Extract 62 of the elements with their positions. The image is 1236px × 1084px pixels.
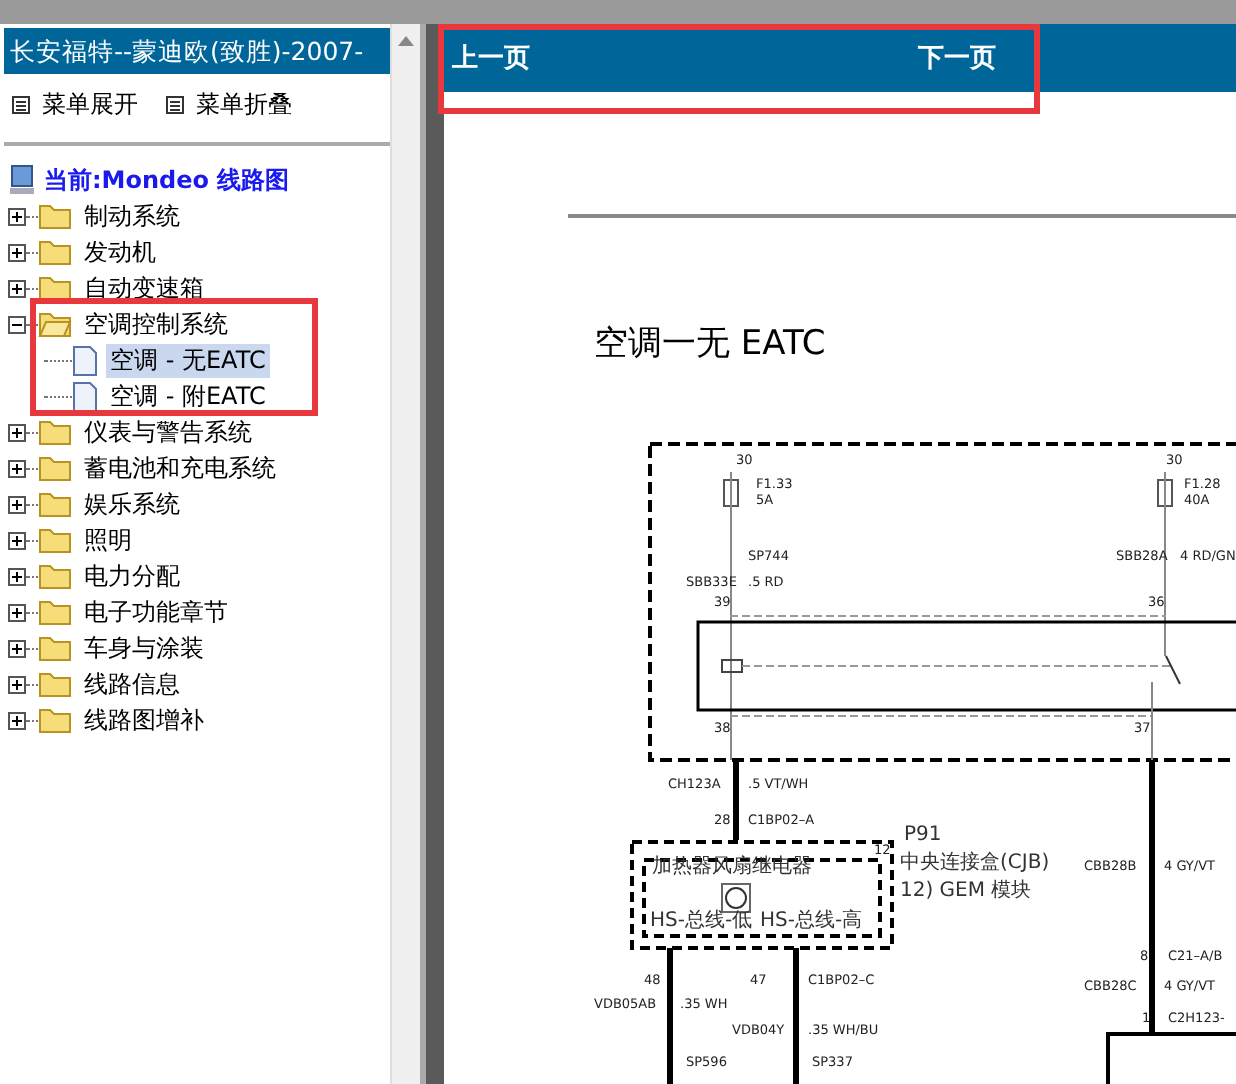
tree-item[interactable]: 发动机 <box>80 235 160 269</box>
scroll-up-arrow-icon[interactable] <box>398 36 414 46</box>
tree-item[interactable]: 自动变速箱 <box>80 271 208 305</box>
expand-toggle[interactable] <box>8 243 26 261</box>
list-icon <box>166 96 184 114</box>
expand-toggle[interactable] <box>8 603 26 621</box>
tree-item[interactable]: 线路信息 <box>80 667 184 701</box>
collapse-toggle[interactable] <box>8 315 26 333</box>
folder-icon <box>38 526 72 554</box>
splitter-bar[interactable] <box>420 24 444 1084</box>
document-icon <box>72 381 98 411</box>
folder-icon <box>38 454 72 482</box>
diagram-label: HS-总线-低 <box>650 910 753 932</box>
diagram-title: 空调一无 EATC <box>594 324 826 364</box>
tree-item[interactable]: 车身与涂装 <box>80 631 208 665</box>
expand-toggle[interactable] <box>8 495 26 513</box>
expand-toggle[interactable] <box>8 567 26 585</box>
document-icon <box>72 345 98 375</box>
tree-item[interactable]: 制动系统 <box>80 199 184 233</box>
folder-icon <box>38 418 72 446</box>
expand-toggle[interactable] <box>8 639 26 657</box>
folder-icon <box>38 634 72 662</box>
tree-item[interactable]: 蓄电池和充电系统 <box>80 451 280 485</box>
tree-item[interactable]: 电力分配 <box>80 559 184 593</box>
folder-icon <box>38 670 72 698</box>
expand-toggle[interactable] <box>8 279 26 297</box>
menu-item[interactable]: 菜单展开 <box>12 88 138 122</box>
diagram-label: HS-总线-高 <box>760 910 863 932</box>
folder-icon <box>38 598 72 626</box>
tree-item[interactable]: 空调控制系统 <box>80 307 232 341</box>
diagram-label: 加热器风扇继电器 <box>652 856 812 878</box>
list-icon <box>12 96 30 114</box>
expand-toggle[interactable] <box>8 207 26 225</box>
diagram-label: 12) GEM 模块 <box>900 880 1032 902</box>
folder-icon <box>38 274 72 302</box>
scrollbar[interactable] <box>390 24 420 1084</box>
sidebar-title: 长安福特--蒙迪欧(致胜)-2007- <box>4 28 390 74</box>
expand-toggle[interactable] <box>8 711 26 729</box>
tree-item[interactable]: 仪表与警告系统 <box>80 415 256 449</box>
folder-icon <box>38 562 72 590</box>
tree-item[interactable]: 空调 - 无EATC <box>106 343 270 377</box>
diagram-label: P91 <box>904 824 942 846</box>
folder-icon <box>38 490 72 518</box>
next-page-link[interactable]: 下一页 <box>918 40 996 76</box>
folder-icon <box>38 706 72 734</box>
previous-page-link[interactable]: 上一页 <box>452 40 530 76</box>
current-diagram-label: 当前:Mondeo 线路图 <box>44 163 290 197</box>
tree-item[interactable]: 照明 <box>80 523 136 557</box>
folder-icon <box>38 202 72 230</box>
tree-item[interactable]: 电子功能章节 <box>80 595 232 629</box>
expand-toggle[interactable] <box>8 459 26 477</box>
tree-item[interactable]: 线路图增补 <box>80 703 208 737</box>
open-folder-icon <box>38 310 72 338</box>
expand-toggle[interactable] <box>8 675 26 693</box>
folder-icon <box>38 238 72 266</box>
expand-toggle[interactable] <box>8 423 26 441</box>
tree-item[interactable]: 娱乐系统 <box>80 487 184 521</box>
tree-item[interactable]: 空调 - 附EATC <box>106 379 270 413</box>
diagram-label: 中央连接盒(CJB) <box>900 852 1050 874</box>
menu-item[interactable]: 菜单折叠 <box>166 88 292 122</box>
expand-toggle[interactable] <box>8 531 26 549</box>
computer-icon <box>8 164 36 196</box>
